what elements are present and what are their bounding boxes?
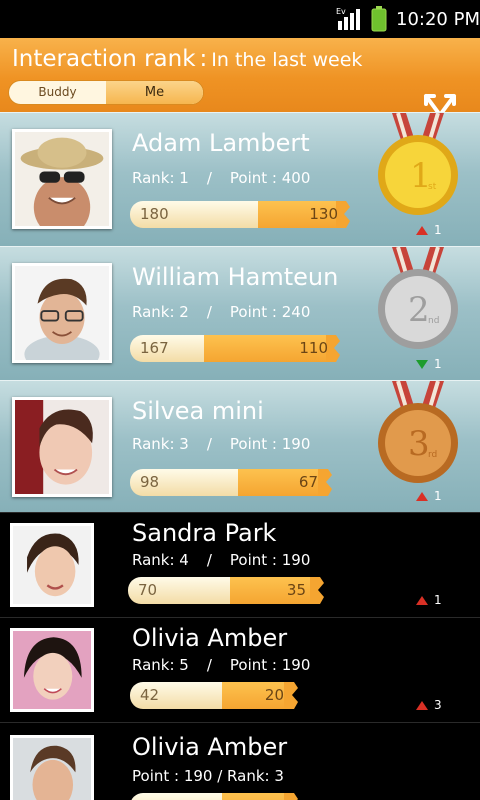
rank-point-line: Rank: 1/Point : 400 bbox=[132, 169, 311, 187]
rank-row-5[interactable]: Olivia Amber Rank: 5/Point : 190 42 20 3 bbox=[0, 617, 480, 722]
segment-control: Buddy Me bbox=[8, 80, 204, 105]
rank-row-3[interactable]: Silvea mini Rank: 3/Point : 190 98 67 3 … bbox=[0, 380, 480, 512]
change-value: 1 bbox=[434, 357, 442, 371]
medal-number: 2 bbox=[408, 290, 430, 330]
bronze-medal-icon: 3 rd bbox=[378, 381, 458, 483]
interaction-bar: 98 67 bbox=[130, 469, 332, 496]
bar-right-value: 35 bbox=[286, 581, 306, 599]
avatar-photo bbox=[15, 266, 109, 360]
change-value: 1 bbox=[434, 223, 442, 237]
point-label: Point : 190 bbox=[229, 551, 311, 569]
avatar-photo bbox=[15, 132, 109, 226]
change-value: 1 bbox=[434, 593, 442, 607]
user-name: Olivia Amber bbox=[132, 733, 288, 761]
bar-left-value: 167 bbox=[140, 339, 169, 357]
rank-point-line: Rank: 4/Point : 190 bbox=[132, 551, 311, 569]
rank-row-6[interactable]: Olivia Amber Point : 190 / Rank: 3 43 30 bbox=[0, 722, 480, 800]
bar-left-value: 70 bbox=[138, 581, 158, 599]
bar-right-value: 110 bbox=[299, 339, 328, 357]
rank-label: Rank: 1 bbox=[132, 169, 189, 187]
bar-left-value: 180 bbox=[140, 205, 169, 223]
avatar bbox=[10, 735, 94, 800]
rank-change: 3 bbox=[416, 698, 442, 712]
bar-right-value: 130 bbox=[309, 205, 338, 223]
interaction-bar: 167 110 bbox=[130, 335, 340, 362]
gold-medal-icon: 1 st bbox=[378, 113, 458, 215]
user-name: Olivia Amber bbox=[132, 624, 288, 652]
avatar-photo bbox=[15, 400, 109, 494]
interaction-bar: 70 35 bbox=[128, 577, 324, 604]
avatar bbox=[12, 263, 112, 363]
rank-point-line: Rank: 3/Point : 190 bbox=[132, 435, 311, 453]
arrow-up-icon bbox=[416, 226, 428, 235]
rank-change: 1 bbox=[416, 593, 442, 607]
bar-right-value: 20 bbox=[264, 686, 284, 704]
interaction-bar: 43 30 bbox=[130, 793, 298, 800]
arrow-up-icon bbox=[416, 596, 428, 605]
point-rank-line: Point : 190 / Rank: 3 bbox=[132, 767, 284, 785]
title-text: Interaction rank bbox=[12, 46, 196, 72]
rank-label: Rank: 3 bbox=[132, 435, 189, 453]
arrow-up-icon bbox=[416, 492, 428, 501]
signal-icon: Ev bbox=[336, 7, 360, 30]
rank-row-4[interactable]: Sandra Park Rank: 4/Point : 190 70 35 1 bbox=[0, 512, 480, 617]
avatar bbox=[10, 628, 94, 712]
point-label: Point : 240 bbox=[229, 303, 311, 321]
arrow-down-icon bbox=[416, 360, 428, 369]
user-name: Sandra Park bbox=[132, 519, 277, 547]
avatar bbox=[10, 523, 94, 607]
medal-number: 3 bbox=[408, 424, 430, 464]
tab-me[interactable]: Me bbox=[106, 81, 203, 104]
page-title: Interaction rank: In the last week bbox=[12, 46, 362, 72]
network-label: Ev bbox=[336, 7, 346, 16]
rank-label: Rank: 2 bbox=[132, 303, 189, 321]
status-bar: Ev 10:20 PM bbox=[0, 0, 480, 38]
bar-left-value: 42 bbox=[140, 686, 160, 704]
user-name: William Hamteun bbox=[132, 263, 339, 291]
change-value: 3 bbox=[434, 698, 442, 712]
rank-point-line: Rank: 5/Point : 190 bbox=[132, 656, 311, 674]
header: Interaction rank: In the last week Buddy … bbox=[0, 38, 480, 135]
title-separator: : bbox=[199, 46, 208, 72]
rank-label: Rank: 4 bbox=[132, 551, 189, 569]
point-label: Point : 400 bbox=[229, 169, 311, 187]
rank-change: 1 bbox=[416, 223, 442, 237]
avatar bbox=[12, 129, 112, 229]
silver-medal-icon: 2 nd bbox=[378, 247, 458, 349]
rank-row-2[interactable]: William Hamteun Rank: 2/Point : 240 167 … bbox=[0, 246, 480, 380]
tab-buddy[interactable]: Buddy bbox=[9, 81, 106, 104]
user-name: Adam Lambert bbox=[132, 129, 310, 157]
avatar-photo bbox=[13, 631, 91, 709]
bar-left-value: 98 bbox=[140, 473, 160, 491]
rank-label: Rank: 5 bbox=[132, 656, 189, 674]
medal-suffix: nd bbox=[428, 316, 439, 326]
interaction-bar: 42 20 bbox=[130, 682, 298, 709]
rank-row-1[interactable]: Adam Lambert Rank: 1/Point : 400 180 130… bbox=[0, 112, 480, 246]
medal-suffix: st bbox=[428, 182, 437, 192]
user-name: Silvea mini bbox=[132, 397, 264, 425]
interaction-bar: 180 130 bbox=[130, 201, 350, 228]
clock: 10:20 PM bbox=[396, 9, 480, 30]
rank-point-line: Rank: 2/Point : 240 bbox=[132, 303, 311, 321]
title-period: In the last week bbox=[211, 49, 363, 71]
avatar-photo bbox=[13, 738, 91, 800]
avatar bbox=[12, 397, 112, 497]
avatar-photo bbox=[13, 526, 91, 604]
rank-change: 1 bbox=[416, 357, 442, 371]
bar-right-value: 67 bbox=[298, 473, 318, 491]
battery-icon bbox=[371, 6, 387, 32]
rank-change: 1 bbox=[416, 489, 442, 503]
point-label: Point : 190 bbox=[229, 435, 311, 453]
point-label: Point : 190 bbox=[229, 656, 311, 674]
medal-suffix: rd bbox=[428, 450, 437, 460]
arrow-up-icon bbox=[416, 701, 428, 710]
change-value: 1 bbox=[434, 489, 442, 503]
